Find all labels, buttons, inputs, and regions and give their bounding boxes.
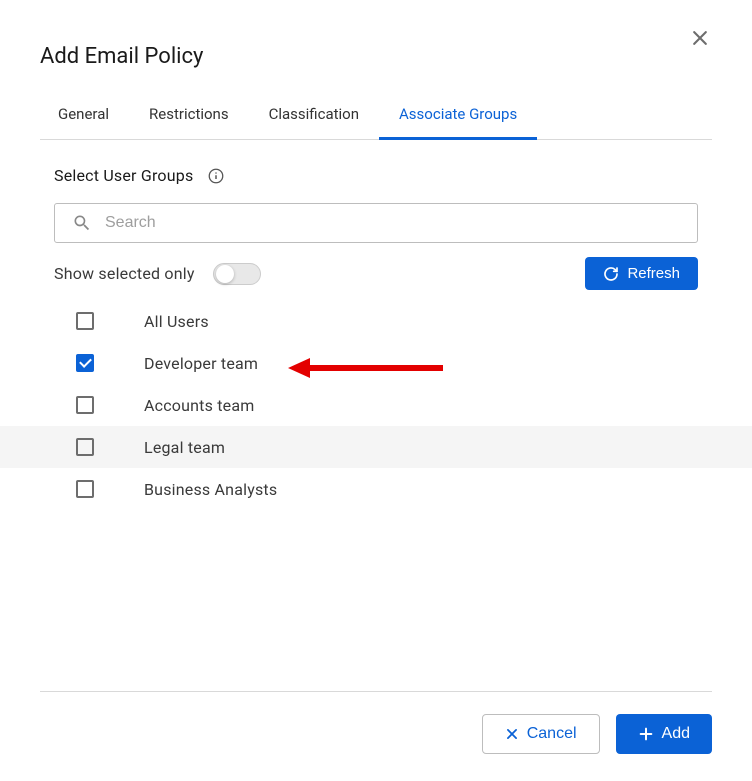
show-selected-label: Show selected only: [54, 264, 195, 283]
group-label: Legal team: [144, 438, 225, 457]
info-icon[interactable]: [207, 167, 225, 185]
group-label: Accounts team: [144, 396, 254, 415]
group-label: All Users: [144, 312, 209, 331]
tab-restrictions[interactable]: Restrictions: [129, 93, 249, 140]
group-item-legal-team[interactable]: Legal team: [0, 426, 752, 468]
group-item-all-users[interactable]: All Users: [72, 300, 752, 342]
group-item-developer-team[interactable]: Developer team: [72, 342, 752, 384]
tab-associate-groups[interactable]: Associate Groups: [379, 93, 537, 140]
refresh-label: Refresh: [627, 265, 680, 282]
checkbox-all-users[interactable]: [76, 312, 94, 330]
search-input[interactable]: [54, 203, 698, 243]
group-list: All Users Developer team Accounts team L…: [72, 300, 752, 510]
close-icon: [690, 28, 710, 48]
group-item-business-analysts[interactable]: Business Analysts: [72, 468, 752, 510]
group-item-accounts-team[interactable]: Accounts team: [72, 384, 752, 426]
tabs: General Restrictions Classification Asso…: [40, 93, 712, 140]
checkbox-legal-team[interactable]: [76, 438, 94, 456]
add-label: Add: [662, 725, 690, 743]
tab-general[interactable]: General: [40, 93, 129, 140]
cancel-label: Cancel: [527, 725, 577, 743]
checkbox-business-analysts[interactable]: [76, 480, 94, 498]
close-button[interactable]: [690, 28, 710, 48]
footer: Cancel Add: [40, 691, 712, 776]
plus-icon: [638, 726, 654, 742]
refresh-icon: [603, 266, 619, 282]
cancel-icon: [505, 727, 519, 741]
show-selected-toggle[interactable]: [213, 263, 261, 285]
modal-title: Add Email Policy: [0, 0, 752, 93]
tab-classification[interactable]: Classification: [249, 93, 379, 140]
section-label: Select User Groups: [54, 166, 193, 185]
cancel-button[interactable]: Cancel: [482, 714, 600, 754]
refresh-button[interactable]: Refresh: [585, 257, 698, 290]
checkbox-accounts-team[interactable]: [76, 396, 94, 414]
add-button[interactable]: Add: [616, 714, 712, 754]
group-label: Business Analysts: [144, 480, 277, 499]
group-label: Developer team: [144, 354, 258, 373]
toggle-knob: [216, 265, 234, 283]
search-icon: [72, 213, 92, 233]
checkbox-developer-team[interactable]: [76, 354, 94, 372]
search-box: [54, 203, 698, 243]
